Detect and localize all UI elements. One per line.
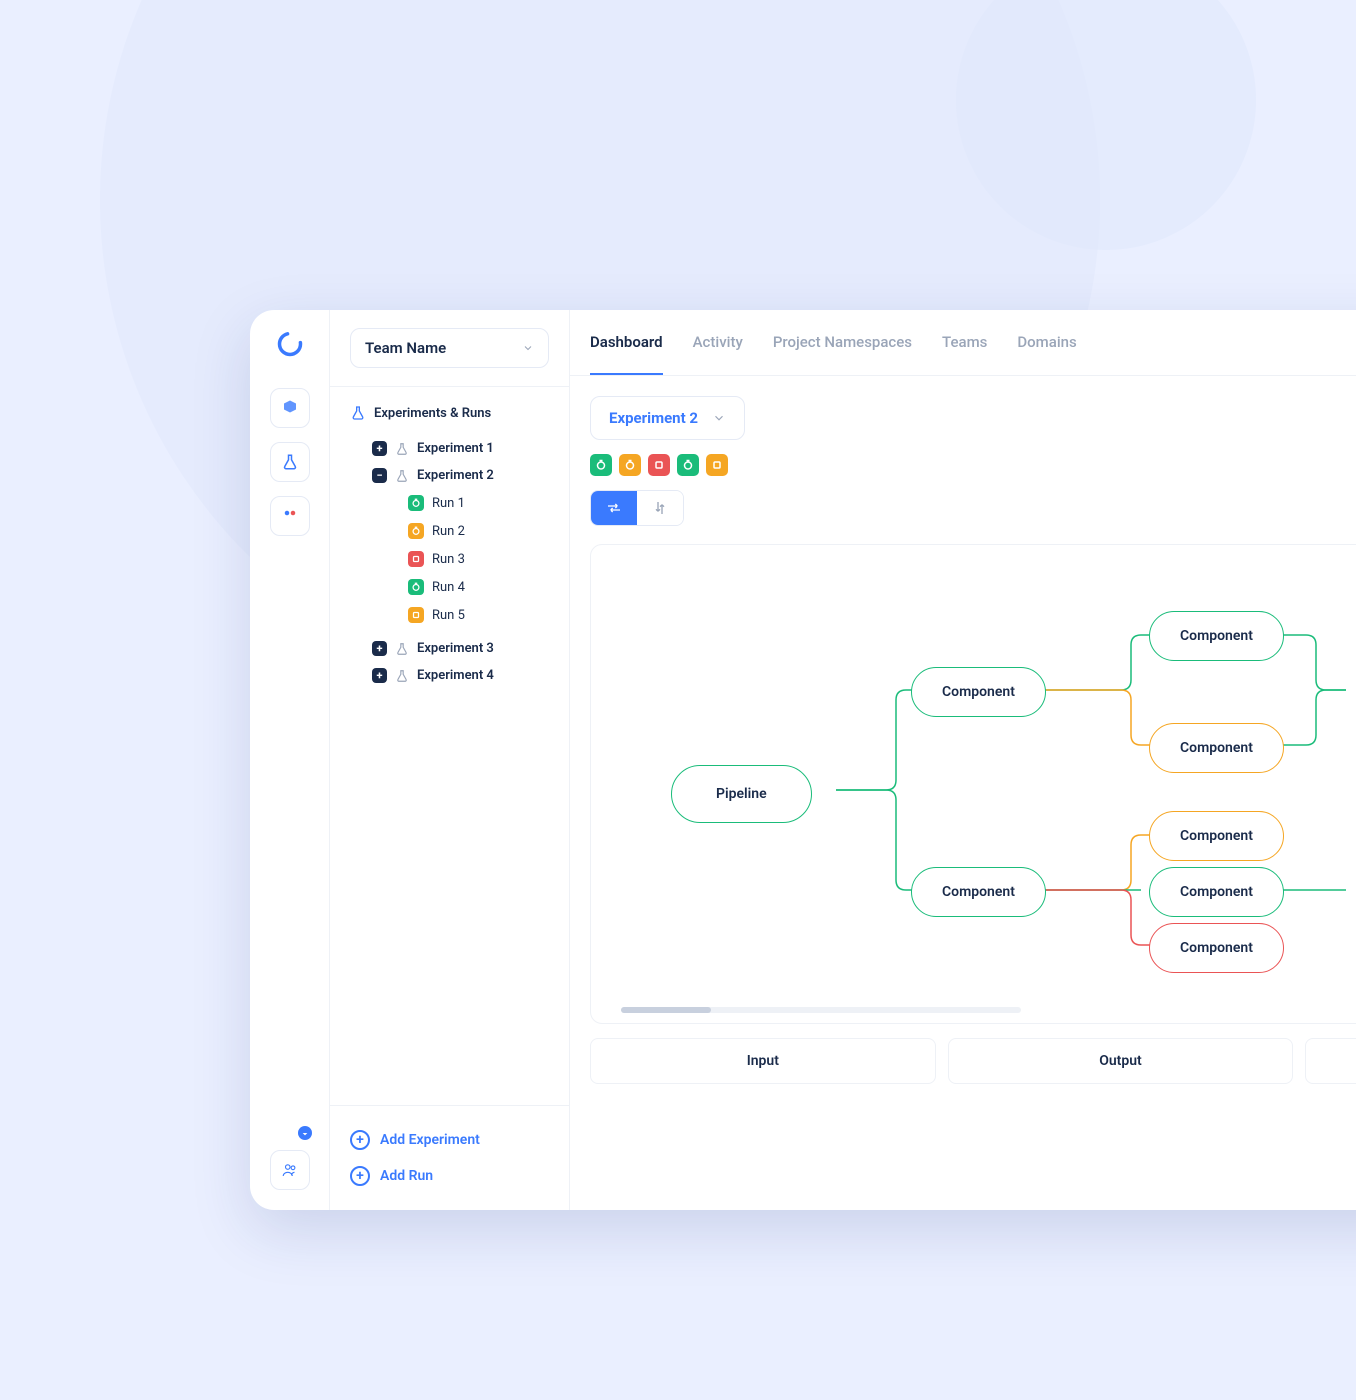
pipeline-diagram[interactable]: Pipeline Component Component Component C… bbox=[590, 544, 1356, 1024]
tab-log[interactable]: Log bbox=[1305, 1038, 1356, 1084]
view-horizontal-button[interactable] bbox=[591, 491, 637, 525]
expand-icon: + bbox=[372, 641, 387, 656]
add-experiment-button[interactable]: + Add Experiment bbox=[350, 1122, 549, 1158]
flask-icon bbox=[395, 642, 409, 656]
add-run-button[interactable]: + Add Run bbox=[350, 1158, 549, 1194]
experiment-label: Experiment 1 bbox=[417, 441, 494, 456]
view-toggle bbox=[590, 490, 684, 526]
experiment-item[interactable]: + Experiment 4 bbox=[372, 662, 549, 689]
rail-dots-icon[interactable] bbox=[270, 496, 310, 536]
experiment-label: Experiment 4 bbox=[417, 668, 494, 683]
add-run-label: Add Run bbox=[380, 1168, 433, 1184]
run-item[interactable]: Run 5 bbox=[408, 601, 549, 629]
experiment-label: Experiment 3 bbox=[417, 641, 494, 656]
status-icon-orange bbox=[408, 607, 424, 623]
component-node[interactable]: Component bbox=[1149, 811, 1284, 861]
run-item[interactable]: Run 1 bbox=[408, 489, 549, 517]
status-icon-red bbox=[408, 551, 424, 567]
plus-circle-icon: + bbox=[350, 1166, 370, 1186]
team-select-label: Team Name bbox=[365, 339, 446, 357]
flask-icon bbox=[395, 669, 409, 683]
chevron-down-icon bbox=[712, 411, 726, 425]
component-node[interactable]: Component bbox=[911, 867, 1046, 917]
component-node[interactable]: Component bbox=[1149, 723, 1284, 773]
rail-users-icon[interactable] bbox=[270, 1150, 310, 1190]
run-label: Run 2 bbox=[432, 524, 465, 539]
tab-namespaces[interactable]: Project Namespaces bbox=[773, 311, 912, 375]
tab-activity[interactable]: Activity bbox=[693, 311, 743, 375]
component-node[interactable]: Component bbox=[1149, 867, 1284, 917]
run-label: Run 3 bbox=[432, 552, 465, 567]
topbar: Dashboard Activity Project Namespaces Te… bbox=[570, 310, 1356, 376]
run-label: Run 4 bbox=[432, 580, 465, 595]
section-title-text: Experiments & Runs bbox=[374, 406, 491, 421]
sidebar: Team Name Experiments & Runs + Experimen… bbox=[330, 310, 570, 1210]
tab-output[interactable]: Output bbox=[948, 1038, 1294, 1084]
status-pills bbox=[590, 454, 1356, 476]
tab-dashboard[interactable]: Dashboard bbox=[590, 311, 663, 375]
tab-domains[interactable]: Domains bbox=[1017, 311, 1076, 375]
run-item[interactable]: Run 4 bbox=[408, 573, 549, 601]
status-pill-green[interactable] bbox=[590, 454, 612, 476]
rail-kubernetes-icon[interactable] bbox=[270, 388, 310, 428]
chevron-down-icon bbox=[522, 342, 534, 354]
horizontal-scrollbar[interactable] bbox=[621, 1007, 1021, 1013]
experiment-select[interactable]: Experiment 2 bbox=[590, 396, 745, 440]
left-rail bbox=[250, 310, 330, 1210]
run-label: Run 1 bbox=[432, 496, 465, 511]
expand-icon: + bbox=[372, 441, 387, 456]
experiment-label: Experiment 2 bbox=[417, 468, 494, 483]
pipeline-node[interactable]: Pipeline bbox=[671, 765, 812, 823]
status-pill-green[interactable] bbox=[677, 454, 699, 476]
status-pill-red[interactable] bbox=[648, 454, 670, 476]
expand-icon: + bbox=[372, 668, 387, 683]
app-logo bbox=[276, 330, 304, 358]
experiment-select-label: Experiment 2 bbox=[609, 409, 698, 427]
component-node[interactable]: Component bbox=[1149, 923, 1284, 973]
tab-teams[interactable]: Teams bbox=[942, 311, 987, 375]
tab-input[interactable]: Input bbox=[590, 1038, 936, 1084]
run-item[interactable]: Run 2 bbox=[408, 517, 549, 545]
collapse-icon: − bbox=[372, 468, 387, 483]
flask-icon bbox=[395, 442, 409, 456]
run-item[interactable]: Run 3 bbox=[408, 545, 549, 573]
flask-icon bbox=[350, 405, 366, 421]
component-node[interactable]: Component bbox=[911, 667, 1046, 717]
team-select[interactable]: Team Name bbox=[350, 328, 549, 368]
status-pill-orange[interactable] bbox=[706, 454, 728, 476]
status-icon-green bbox=[408, 579, 424, 595]
status-icon-orange bbox=[408, 523, 424, 539]
notification-badge[interactable] bbox=[298, 1126, 312, 1140]
plus-circle-icon: + bbox=[350, 1130, 370, 1150]
main-content: Dashboard Activity Project Namespaces Te… bbox=[570, 310, 1356, 1210]
app-window: Team Name Experiments & Runs + Experimen… bbox=[250, 310, 1356, 1210]
bottom-tabs: Input Output Log bbox=[590, 1038, 1356, 1084]
flask-icon bbox=[395, 469, 409, 483]
status-pill-orange[interactable] bbox=[619, 454, 641, 476]
experiment-item[interactable]: + Experiment 1 bbox=[372, 435, 549, 462]
component-node[interactable]: Component bbox=[1149, 611, 1284, 661]
experiment-item[interactable]: + Experiment 3 bbox=[372, 635, 549, 662]
rail-flask-icon[interactable] bbox=[270, 442, 310, 482]
run-label: Run 5 bbox=[432, 608, 465, 623]
view-vertical-button[interactable] bbox=[637, 491, 683, 525]
status-icon-green bbox=[408, 495, 424, 511]
experiment-item[interactable]: − Experiment 2 bbox=[372, 462, 549, 489]
add-experiment-label: Add Experiment bbox=[380, 1132, 480, 1148]
experiments-section-title: Experiments & Runs bbox=[350, 405, 549, 421]
